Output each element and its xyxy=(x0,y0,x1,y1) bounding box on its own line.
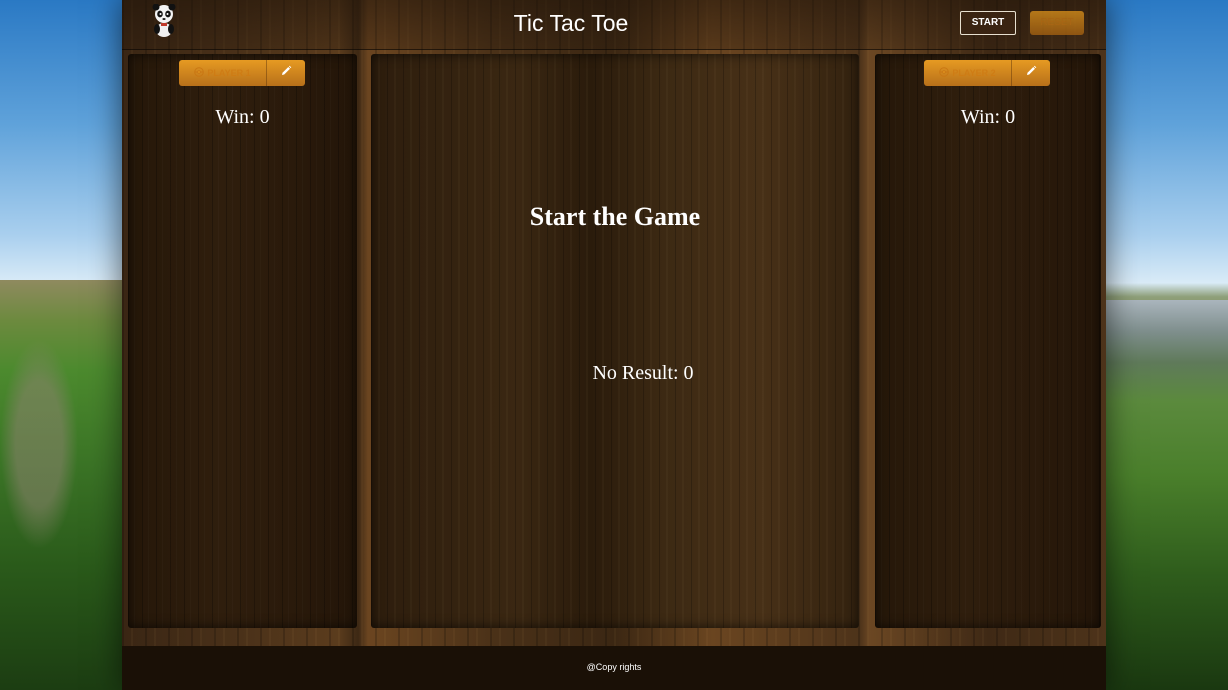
player-2-button[interactable]: PLAYER 2 xyxy=(924,60,1050,86)
edit-player-1-button[interactable] xyxy=(267,60,305,86)
player-1-button[interactable]: PLAYER 1 xyxy=(179,60,305,86)
player-1-name[interactable]: PLAYER 1 xyxy=(179,60,267,86)
player-2-panel: PLAYER 2 Win: 0 xyxy=(875,54,1101,628)
game-area: Start the Game No Result: 0 xyxy=(371,54,859,628)
header: Tic Tac Toe START RESET xyxy=(122,0,1106,50)
background-hill-right xyxy=(1098,300,1228,690)
background-hill-left xyxy=(0,280,130,690)
footer: @Copy rights xyxy=(122,646,1106,690)
player-2-win-count: Win: 0 xyxy=(960,106,1016,128)
copyright-text: @Copy rights xyxy=(586,662,642,672)
player-1-win-count: Win: 0 xyxy=(215,106,270,128)
reset-button[interactable]: RESET xyxy=(1030,11,1084,35)
game-board: Tic Tac Toe START RESET PLAYER 1 Win: 0 … xyxy=(122,0,1106,690)
pencil-icon xyxy=(1025,64,1037,82)
player-1-label: PLAYER 1 xyxy=(207,68,251,78)
page-title: Tic Tac Toe xyxy=(513,10,629,36)
player-2-label: PLAYER 2 xyxy=(952,68,996,78)
start-button[interactable]: START xyxy=(960,11,1016,35)
pencil-icon xyxy=(280,64,292,82)
pokeball-icon xyxy=(939,67,950,79)
no-result-count: No Result: 0 xyxy=(592,362,694,384)
game-status: Start the Game xyxy=(529,202,701,231)
pokeball-icon xyxy=(194,67,205,79)
edit-player-2-button[interactable] xyxy=(1012,60,1050,86)
player-2-name[interactable]: PLAYER 2 xyxy=(924,60,1012,86)
player-1-panel: PLAYER 1 Win: 0 xyxy=(128,54,357,628)
